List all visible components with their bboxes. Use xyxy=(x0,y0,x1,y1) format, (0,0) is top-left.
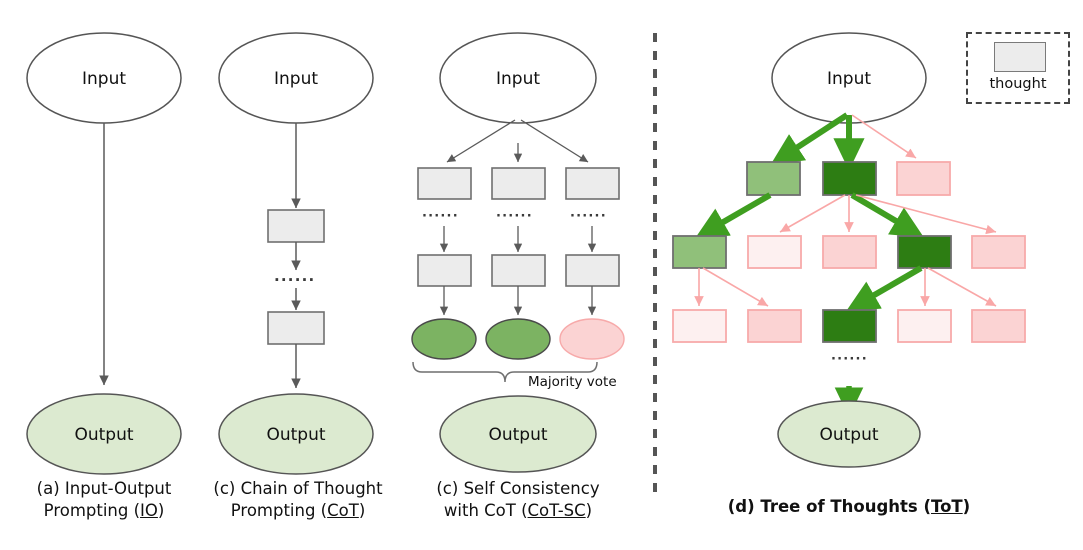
caption-cotsc-line1: (c) Self Consistency xyxy=(436,479,600,498)
cotsc-output-label: Output xyxy=(488,425,547,445)
cotsc-result-ellipse-3 xyxy=(559,318,625,360)
cot-thought-box-1 xyxy=(267,209,325,243)
caption-cot: (c) Chain of Thought Prompting (CoT) xyxy=(198,478,398,522)
tot-node-L1-1 xyxy=(746,161,801,196)
figure-vector-layer: Input Output Input Output Input Output I… xyxy=(26,32,1026,500)
cotsc-ellipsis-1: ······ xyxy=(422,209,459,224)
tot-edge-L2a-L3b xyxy=(702,267,769,307)
tot-node-L3-4 xyxy=(897,309,952,343)
tot-node-L2-4 xyxy=(897,235,952,269)
tot-node-L2-5 xyxy=(971,235,1026,269)
tot-edge-L1b-L2d xyxy=(850,192,924,238)
cotsc-result-ellipse-2 xyxy=(485,318,551,360)
caption-io-line1: (a) Input-Output xyxy=(36,479,172,498)
tot-node-L3-5 xyxy=(971,309,1026,343)
cotsc-edge-in-1 xyxy=(446,119,516,163)
tot-edge-L1b-L2e xyxy=(855,194,997,235)
io-output-label: Output xyxy=(74,425,133,445)
cotsc-thought-box-r2-c1 xyxy=(417,254,472,287)
caption-cotsc-abbr: CoT-SC xyxy=(527,501,586,520)
cotsc-thought-box-r1-c1 xyxy=(417,167,472,200)
caption-cotsc-line2: with CoT (CoT-SC) xyxy=(418,500,618,522)
caption-cotsc: (c) Self Consistency with CoT (CoT-SC) xyxy=(418,478,618,522)
tot-node-L2-3 xyxy=(822,235,877,269)
panel-io-graph: Input Output xyxy=(26,32,182,475)
caption-cot-prefix: Prompting ( xyxy=(230,501,328,520)
caption-cot-suffix: ) xyxy=(358,501,366,520)
cotsc-thought-box-r2-c3 xyxy=(565,254,620,287)
tot-edge-L2d-L3c xyxy=(846,265,923,312)
cot-ellipsis: ······ xyxy=(274,271,316,289)
caption-tot: (d) Tree of Thoughts (ToT) xyxy=(709,496,989,518)
caption-tot-suffix: ) xyxy=(962,497,971,516)
cot-thought-box-2 xyxy=(267,311,325,345)
caption-tot-prefix: (d) Tree of Thoughts ( xyxy=(727,497,932,516)
caption-tot-abbr: ToT xyxy=(931,497,963,516)
cotsc-thought-box-r1-c2 xyxy=(491,167,546,200)
tot-edge-L1b-L2b xyxy=(779,194,846,233)
tot-edge-L2d-L3e xyxy=(927,267,997,307)
io-input-label: Input xyxy=(82,69,126,89)
legend-thought-swatch xyxy=(994,42,1046,72)
tot-output-label: Output xyxy=(819,425,878,445)
tot-node-L1-2 xyxy=(822,161,877,196)
cot-output-label: Output xyxy=(266,425,325,445)
cotsc-ellipsis-3: ······ xyxy=(570,209,607,224)
majority-vote-label: Majority vote xyxy=(528,374,617,390)
cotsc-thought-box-r2-c2 xyxy=(491,254,546,287)
caption-io: (a) Input-Output Prompting (IO) xyxy=(8,478,200,522)
legend-thought-label: thought xyxy=(989,76,1047,92)
caption-io-prefix: Prompting ( xyxy=(43,501,141,520)
caption-cotsc-suffix: ) xyxy=(585,501,593,520)
cotsc-ellipsis-2: ······ xyxy=(496,209,533,224)
caption-cot-abbr: CoT xyxy=(327,501,359,520)
caption-io-suffix: ) xyxy=(157,501,165,520)
panel-cotsc-graph: Input Output xyxy=(411,32,625,473)
tot-edge-L0-L1c xyxy=(851,114,917,159)
cotsc-edge-in-3 xyxy=(520,119,589,163)
caption-io-line2: Prompting (IO) xyxy=(8,500,200,522)
tot-node-L2-1 xyxy=(672,235,727,269)
cotsc-thought-box-r1-c3 xyxy=(565,167,620,200)
cotsc-input-label: Input xyxy=(496,69,540,89)
caption-cot-line1: (c) Chain of Thought xyxy=(213,479,383,498)
tot-node-L1-3 xyxy=(896,161,951,196)
caption-cot-line2: Prompting (CoT) xyxy=(198,500,398,522)
caption-io-abbr: IO xyxy=(140,501,158,520)
tot-edge-L0-L1a xyxy=(770,112,849,165)
legend-box: thought xyxy=(966,32,1070,104)
cotsc-result-ellipse-1 xyxy=(411,318,477,360)
panel-cot-graph: Input Output xyxy=(218,32,374,475)
tot-edge-L1a-L2a xyxy=(695,192,772,239)
tot-node-L2-2 xyxy=(747,235,802,269)
caption-tot-line1: (d) Tree of Thoughts (ToT) xyxy=(709,496,989,518)
caption-cotsc-prefix: with CoT ( xyxy=(443,501,528,520)
tot-input-label: Input xyxy=(827,69,871,89)
figure-canvas: Input Output Input Output Input Output I… xyxy=(0,0,1083,550)
tot-node-L3-3 xyxy=(822,309,877,343)
tot-ellipsis: ······ xyxy=(831,352,868,367)
cot-input-label: Input xyxy=(274,69,318,89)
tot-node-L3-2 xyxy=(747,309,802,343)
tot-node-L3-1 xyxy=(672,309,727,343)
